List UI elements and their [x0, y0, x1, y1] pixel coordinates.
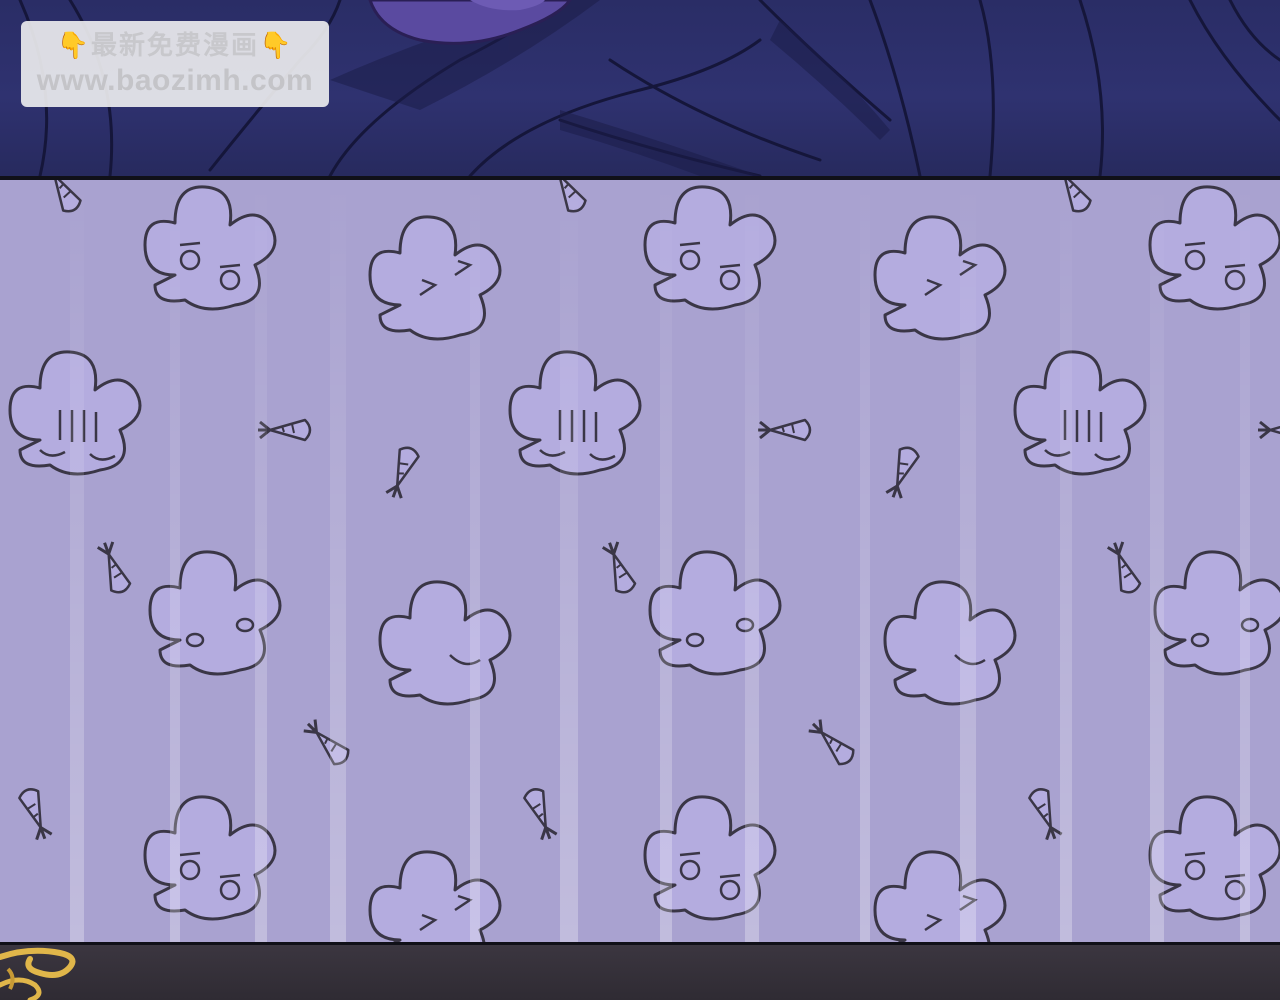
gold-scroll-ornament — [0, 947, 76, 1000]
pointing-down-hand-icon: 👇 — [56, 31, 91, 61]
bottom-comic-panel — [0, 945, 1280, 1000]
bunny-carrot-pattern — [0, 180, 1280, 942]
watermark-title: 👇最新免费漫画👇 — [21, 29, 329, 63]
watermark-url: www.baozimh.com — [36, 64, 314, 97]
top-comic-panel: 👇最新免费漫画👇 www.baozimh.com — [0, 0, 1280, 176]
comic-page: 👇最新免费漫画👇 www.baozimh.com — [0, 0, 1280, 1000]
bunny-pattern-panel — [0, 180, 1280, 942]
watermark-box: 👇最新免费漫画👇 www.baozimh.com — [21, 21, 329, 107]
pointing-down-hand-icon: 👇 — [259, 31, 294, 61]
watermark-title-text: 最新免费漫画 — [90, 31, 259, 61]
pattern-tiles — [10, 180, 1280, 942]
